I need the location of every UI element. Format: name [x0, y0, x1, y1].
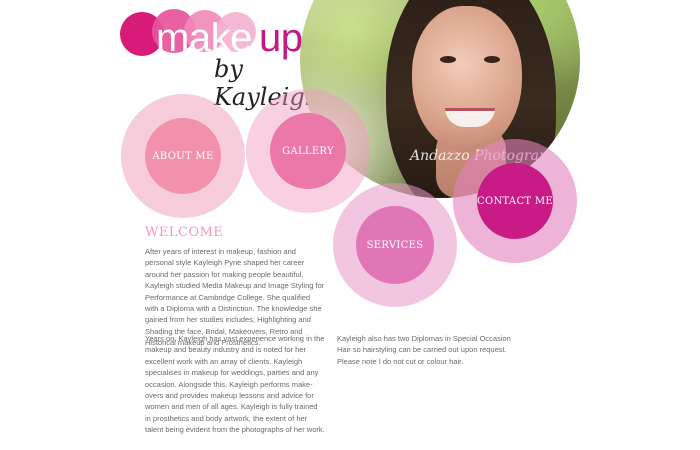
nav-gallery-label[interactable]: GALLERY — [270, 113, 346, 189]
nav-about-me[interactable]: ABOUT ME — [121, 94, 245, 218]
nav-services[interactable]: SERVICES — [333, 183, 457, 307]
experience-paragraph: Years on, Kayleigh has vast experience w… — [145, 334, 325, 435]
page-heading: WELCOME — [145, 225, 224, 240]
nav-contact-me-label[interactable]: CONTACT ME — [477, 163, 553, 239]
nav-gallery[interactable]: GALLERY — [246, 89, 370, 213]
portrait-eye-left — [440, 56, 456, 63]
logo-word-make: make — [156, 16, 252, 60]
nav-about-me-label[interactable]: ABOUT ME — [145, 118, 221, 194]
portrait-eye-right — [484, 56, 500, 63]
portrait-face — [412, 6, 522, 152]
logo-word-up: up — [259, 16, 303, 60]
hair-paragraph: Kayleigh also has two Diplomas in Specia… — [337, 334, 511, 366]
nav-contact-me[interactable]: CONTACT ME — [453, 139, 577, 263]
nav-services-label[interactable]: SERVICES — [356, 206, 434, 284]
